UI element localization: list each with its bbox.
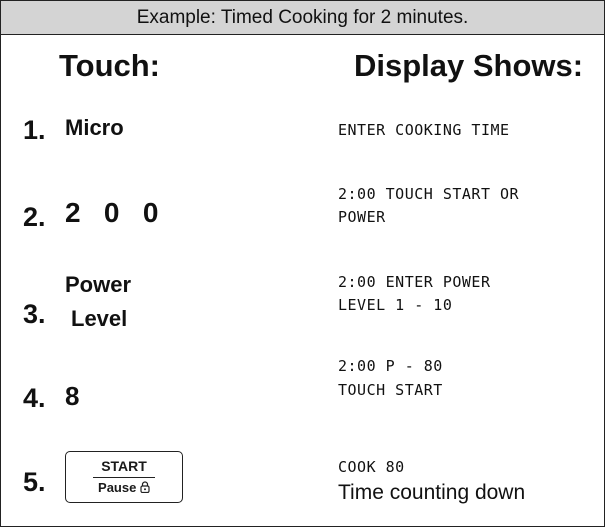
step-3-display-line-2: LEVEL 1 - 10 xyxy=(338,296,453,314)
button-divider xyxy=(93,477,155,478)
step-5-display-line-1: COOK 80 xyxy=(338,458,405,476)
step-2-touch: 2 0 0 xyxy=(65,197,159,228)
start-pause-button[interactable]: START Pause xyxy=(65,451,183,503)
step-3-touch-line-2: Level xyxy=(71,306,128,331)
pause-label: Pause xyxy=(98,480,137,495)
step-4-number: 4. xyxy=(23,383,46,413)
step-4-display-line-2: TOUCH START xyxy=(338,381,443,399)
lock-icon xyxy=(140,481,150,494)
example-header: Example: Timed Cooking for 2 minutes. xyxy=(1,1,604,35)
step-2-display-line-2: POWER xyxy=(338,208,386,226)
pause-label-row: Pause xyxy=(66,480,182,495)
step-4-touch: 8 xyxy=(65,381,80,411)
step-3-number: 3. xyxy=(23,299,46,329)
step-5-display-line-2: Time counting down xyxy=(338,481,526,504)
step-1-touch: Micro xyxy=(65,115,124,140)
start-label: START xyxy=(101,458,147,474)
step-2-number: 2. xyxy=(23,202,46,232)
step-2-display-line-1: 2:00 TOUCH START OR xyxy=(338,185,520,203)
step-4-display-line-1: 2:00 P - 80 xyxy=(338,357,443,375)
step-1-number: 1. xyxy=(23,115,46,145)
display-column-title: Display Shows: xyxy=(354,48,584,83)
step-1-display-line-1: ENTER COOKING TIME xyxy=(338,121,510,139)
instruction-table: Example: Timed Cooking for 2 minutes. To… xyxy=(0,0,605,527)
step-3-touch-line-1: Power xyxy=(65,272,132,297)
touch-column-title: Touch: xyxy=(59,48,161,83)
step-5-number: 5. xyxy=(23,467,46,497)
step-3-display-line-1: 2:00 ENTER POWER xyxy=(338,273,491,291)
